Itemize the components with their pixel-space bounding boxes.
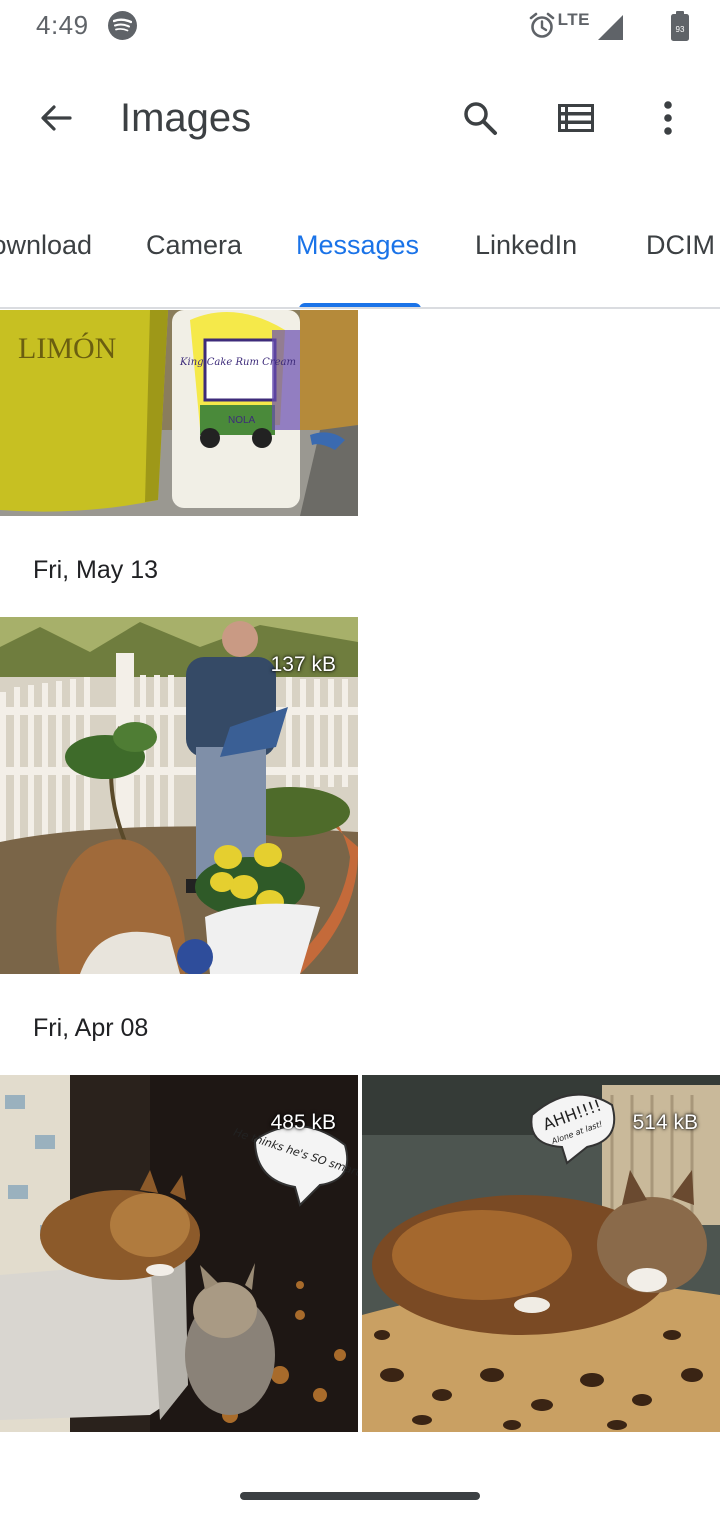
more-options-button[interactable] — [640, 90, 696, 146]
more-vert-icon — [664, 101, 672, 135]
network-type: LTE — [557, 10, 590, 29]
tab-linkedin[interactable]: LinkedIn — [475, 230, 577, 261]
alarm-icon — [528, 12, 556, 45]
status-time: 4:49 — [36, 10, 89, 40]
photo-thumbnail[interactable]: 137 kB — [0, 617, 358, 974]
date-header: Fri, Apr 08 — [33, 1014, 149, 1042]
tab-download[interactable]: Download — [0, 230, 92, 261]
photo-thumbnail[interactable]: LIMÓN King Cake Rum Cream NOLA — [0, 310, 358, 516]
battery-level: 93 — [676, 25, 685, 34]
file-size-badge: 514 kB — [632, 1111, 698, 1134]
image-text-nola: NOLA — [228, 415, 256, 426]
search-icon — [464, 102, 497, 135]
search-button[interactable] — [452, 90, 508, 146]
photo-image: LIMÓN King Cake Rum Cream NOLA — [0, 310, 358, 516]
tab-camera[interactable]: Camera — [146, 230, 242, 261]
back-arrow-icon — [41, 105, 72, 131]
photo-thumbnail[interactable]: AHH!!!! Alone at last! 514 kB — [362, 1075, 720, 1432]
date-header: Fri, May 13 — [33, 556, 159, 584]
battery-icon: 93 — [670, 10, 690, 47]
list-view-button[interactable] — [548, 90, 604, 146]
active-tab-indicator — [299, 303, 421, 307]
file-size-badge: 137 kB — [270, 653, 336, 676]
tab-dcim[interactable]: DCIM — [646, 230, 715, 261]
list-view-icon — [558, 104, 594, 132]
tab-messages[interactable]: Messages — [296, 230, 419, 261]
gesture-nav-handle[interactable] — [240, 1492, 480, 1500]
app-bar: Images — [0, 70, 720, 166]
spotify-icon — [108, 11, 137, 40]
signal-icon — [598, 14, 624, 45]
file-size-badge: 485 kB — [270, 1111, 336, 1134]
back-button[interactable] — [28, 90, 84, 146]
photo-thumbnail[interactable]: He thinks he's SO smart!! 485 kB — [0, 1075, 358, 1432]
folder-tabs: Download Camera Messages LinkedIn DCIM — [0, 200, 720, 309]
image-text-limon: LIMÓN — [18, 332, 116, 365]
image-text-rum-cream: King Cake Rum Cream — [179, 357, 296, 368]
status-bar: 4:49 LTE 93 — [0, 0, 720, 52]
page-title: Images — [120, 96, 252, 140]
